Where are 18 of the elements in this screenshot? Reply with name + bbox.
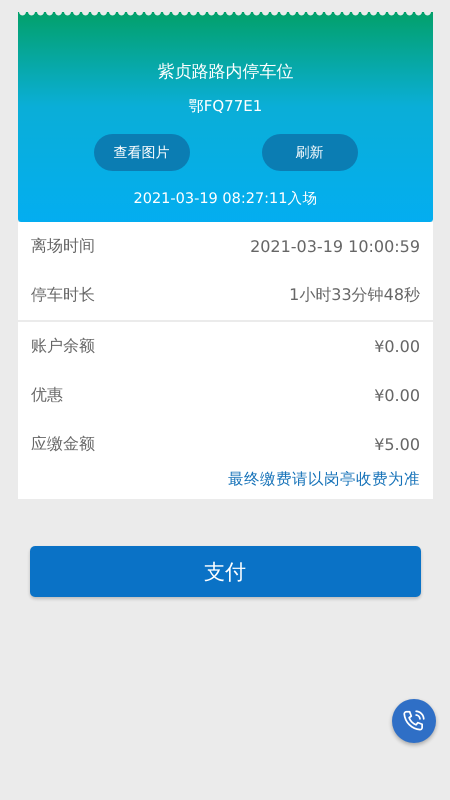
row-value: 1小时33分钟48秒 xyxy=(289,285,420,306)
plate-number: 鄂FQ77E1 xyxy=(188,97,262,116)
row-value: ¥0.00 xyxy=(374,337,420,356)
fee-notice: 最终缴费请以岗亭收费为准 xyxy=(228,469,420,490)
pay-button[interactable]: 支付 xyxy=(30,546,420,597)
row-label: 应缴金额 xyxy=(31,434,95,455)
row-label: 离场时间 xyxy=(31,236,95,257)
row-value: ¥0.00 xyxy=(374,386,420,405)
header-button[interactable]: 刷新 xyxy=(262,134,358,171)
row-label: 优惠 xyxy=(31,385,63,406)
entry-time: 2021-03-19 08:27:11入场 xyxy=(134,190,318,208)
row-label: 停车时长 xyxy=(31,285,95,306)
row-label: 账户余额 xyxy=(31,336,95,357)
header-button[interactable]: 查看图片 xyxy=(94,134,190,171)
parking-location: 紫贞路路内停车位 xyxy=(158,61,294,83)
row-value: 2021-03-19 10:00:59 xyxy=(250,237,420,256)
call-button[interactable] xyxy=(392,699,436,743)
row-value: ¥5.00 xyxy=(374,435,420,454)
